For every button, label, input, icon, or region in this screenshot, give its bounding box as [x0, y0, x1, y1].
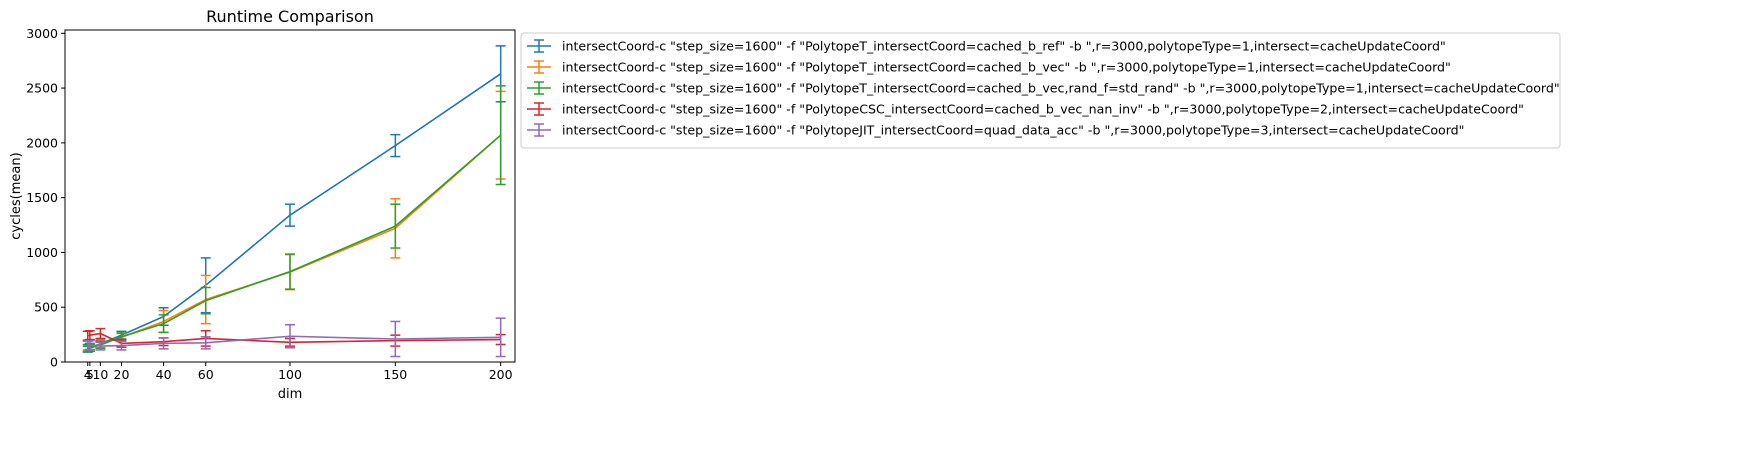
series-line — [87, 134, 502, 350]
y-axis-ticks: 0 500 1000 1500 2000 2500 3000 — [26, 26, 65, 370]
x-tick-label: 200 — [489, 367, 513, 382]
y-tick-label: 2000 — [26, 135, 58, 150]
x-axis-ticks: 4510 20 40 60 100 150 200 — [84, 362, 513, 382]
series-2 — [82, 90, 506, 353]
chart-title: Runtime Comparison — [206, 7, 374, 26]
y-axis-label: cycles(mean) — [9, 152, 24, 239]
legend-entry-label: intersectCoord-c "step_size=1600" -f "Po… — [562, 102, 1524, 117]
x-tick-label: 10 — [92, 367, 108, 382]
plot-frame — [64, 29, 516, 363]
legend: intersectCoord-c "step_size=1600" -f "Po… — [520, 32, 1561, 149]
legend-entry-label: intersectCoord-c "step_size=1600" -f "Po… — [562, 123, 1464, 138]
y-tick-label: 0 — [50, 355, 58, 370]
y-tick-label: 3000 — [26, 26, 58, 41]
series-line — [87, 134, 502, 350]
x-tick-label: 100 — [278, 367, 302, 382]
x-tick-label: 60 — [198, 367, 214, 382]
y-tick-label: 1500 — [26, 190, 58, 205]
legend-entry-label: intersectCoord-c "step_size=1600" -f "Po… — [562, 39, 1446, 54]
series-layer — [82, 45, 506, 358]
x-tick-label: 40 — [156, 367, 172, 382]
legend-entry-label: intersectCoord-c "step_size=1600" -f "Po… — [562, 81, 1560, 96]
runtime-chart: Runtime Comparison dim cycles(mean) 4510… — [9, 7, 1561, 402]
x-tick-label: 20 — [114, 367, 130, 382]
series-1 — [82, 45, 506, 353]
x-axis-label: dim — [278, 387, 303, 402]
y-tick-label: 2500 — [26, 81, 58, 96]
y-tick-label: 500 — [34, 300, 58, 315]
series-line — [87, 73, 502, 350]
legend-entry-label: intersectCoord-c "step_size=1600" -f "Po… — [562, 60, 1451, 75]
y-tick-label: 1000 — [26, 245, 58, 260]
series-3 — [82, 85, 506, 353]
x-tick-label: 150 — [383, 367, 407, 382]
